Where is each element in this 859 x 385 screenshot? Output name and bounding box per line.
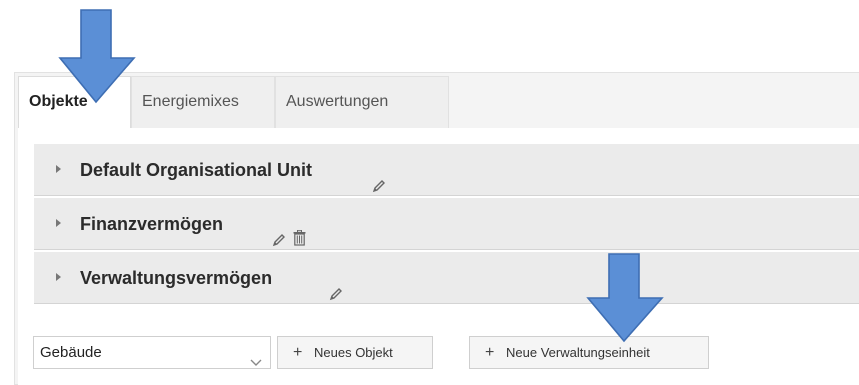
chevron-down-icon xyxy=(250,347,262,378)
object-type-select[interactable]: Gebäude xyxy=(33,336,271,369)
pencil-icon[interactable] xyxy=(329,269,343,321)
tab-label: Energiemixes xyxy=(142,93,239,110)
tab-auswertungen[interactable]: Auswertungen xyxy=(275,76,449,129)
unit-row-default[interactable]: Default Organisational Unit xyxy=(34,144,859,196)
expand-caret-icon[interactable] xyxy=(56,273,61,281)
expand-caret-icon[interactable] xyxy=(56,165,61,173)
unit-label: Finanzvermögen xyxy=(80,214,224,234)
unit-row-finanzvermoegen[interactable]: Finanzvermögen xyxy=(34,198,859,250)
unit-row-verwaltungsvermoegen[interactable]: Verwaltungsvermögen xyxy=(34,252,859,304)
tab-energiemixes[interactable]: Energiemixes xyxy=(131,76,275,129)
button-label: Neues Objekt xyxy=(314,345,393,360)
new-object-button[interactable]: + Neues Objekt xyxy=(277,336,433,369)
plus-icon: + xyxy=(485,344,495,361)
unit-label: Verwaltungsvermögen xyxy=(80,268,273,288)
tab-label: Auswertungen xyxy=(286,93,389,110)
expand-caret-icon[interactable] xyxy=(56,219,61,227)
annotation-arrow-icon xyxy=(586,253,664,343)
object-type-value: Gebäude xyxy=(40,344,102,361)
plus-icon: + xyxy=(293,344,303,361)
unit-label: Default Organisational Unit xyxy=(80,160,313,180)
annotation-arrow-icon xyxy=(58,9,136,104)
